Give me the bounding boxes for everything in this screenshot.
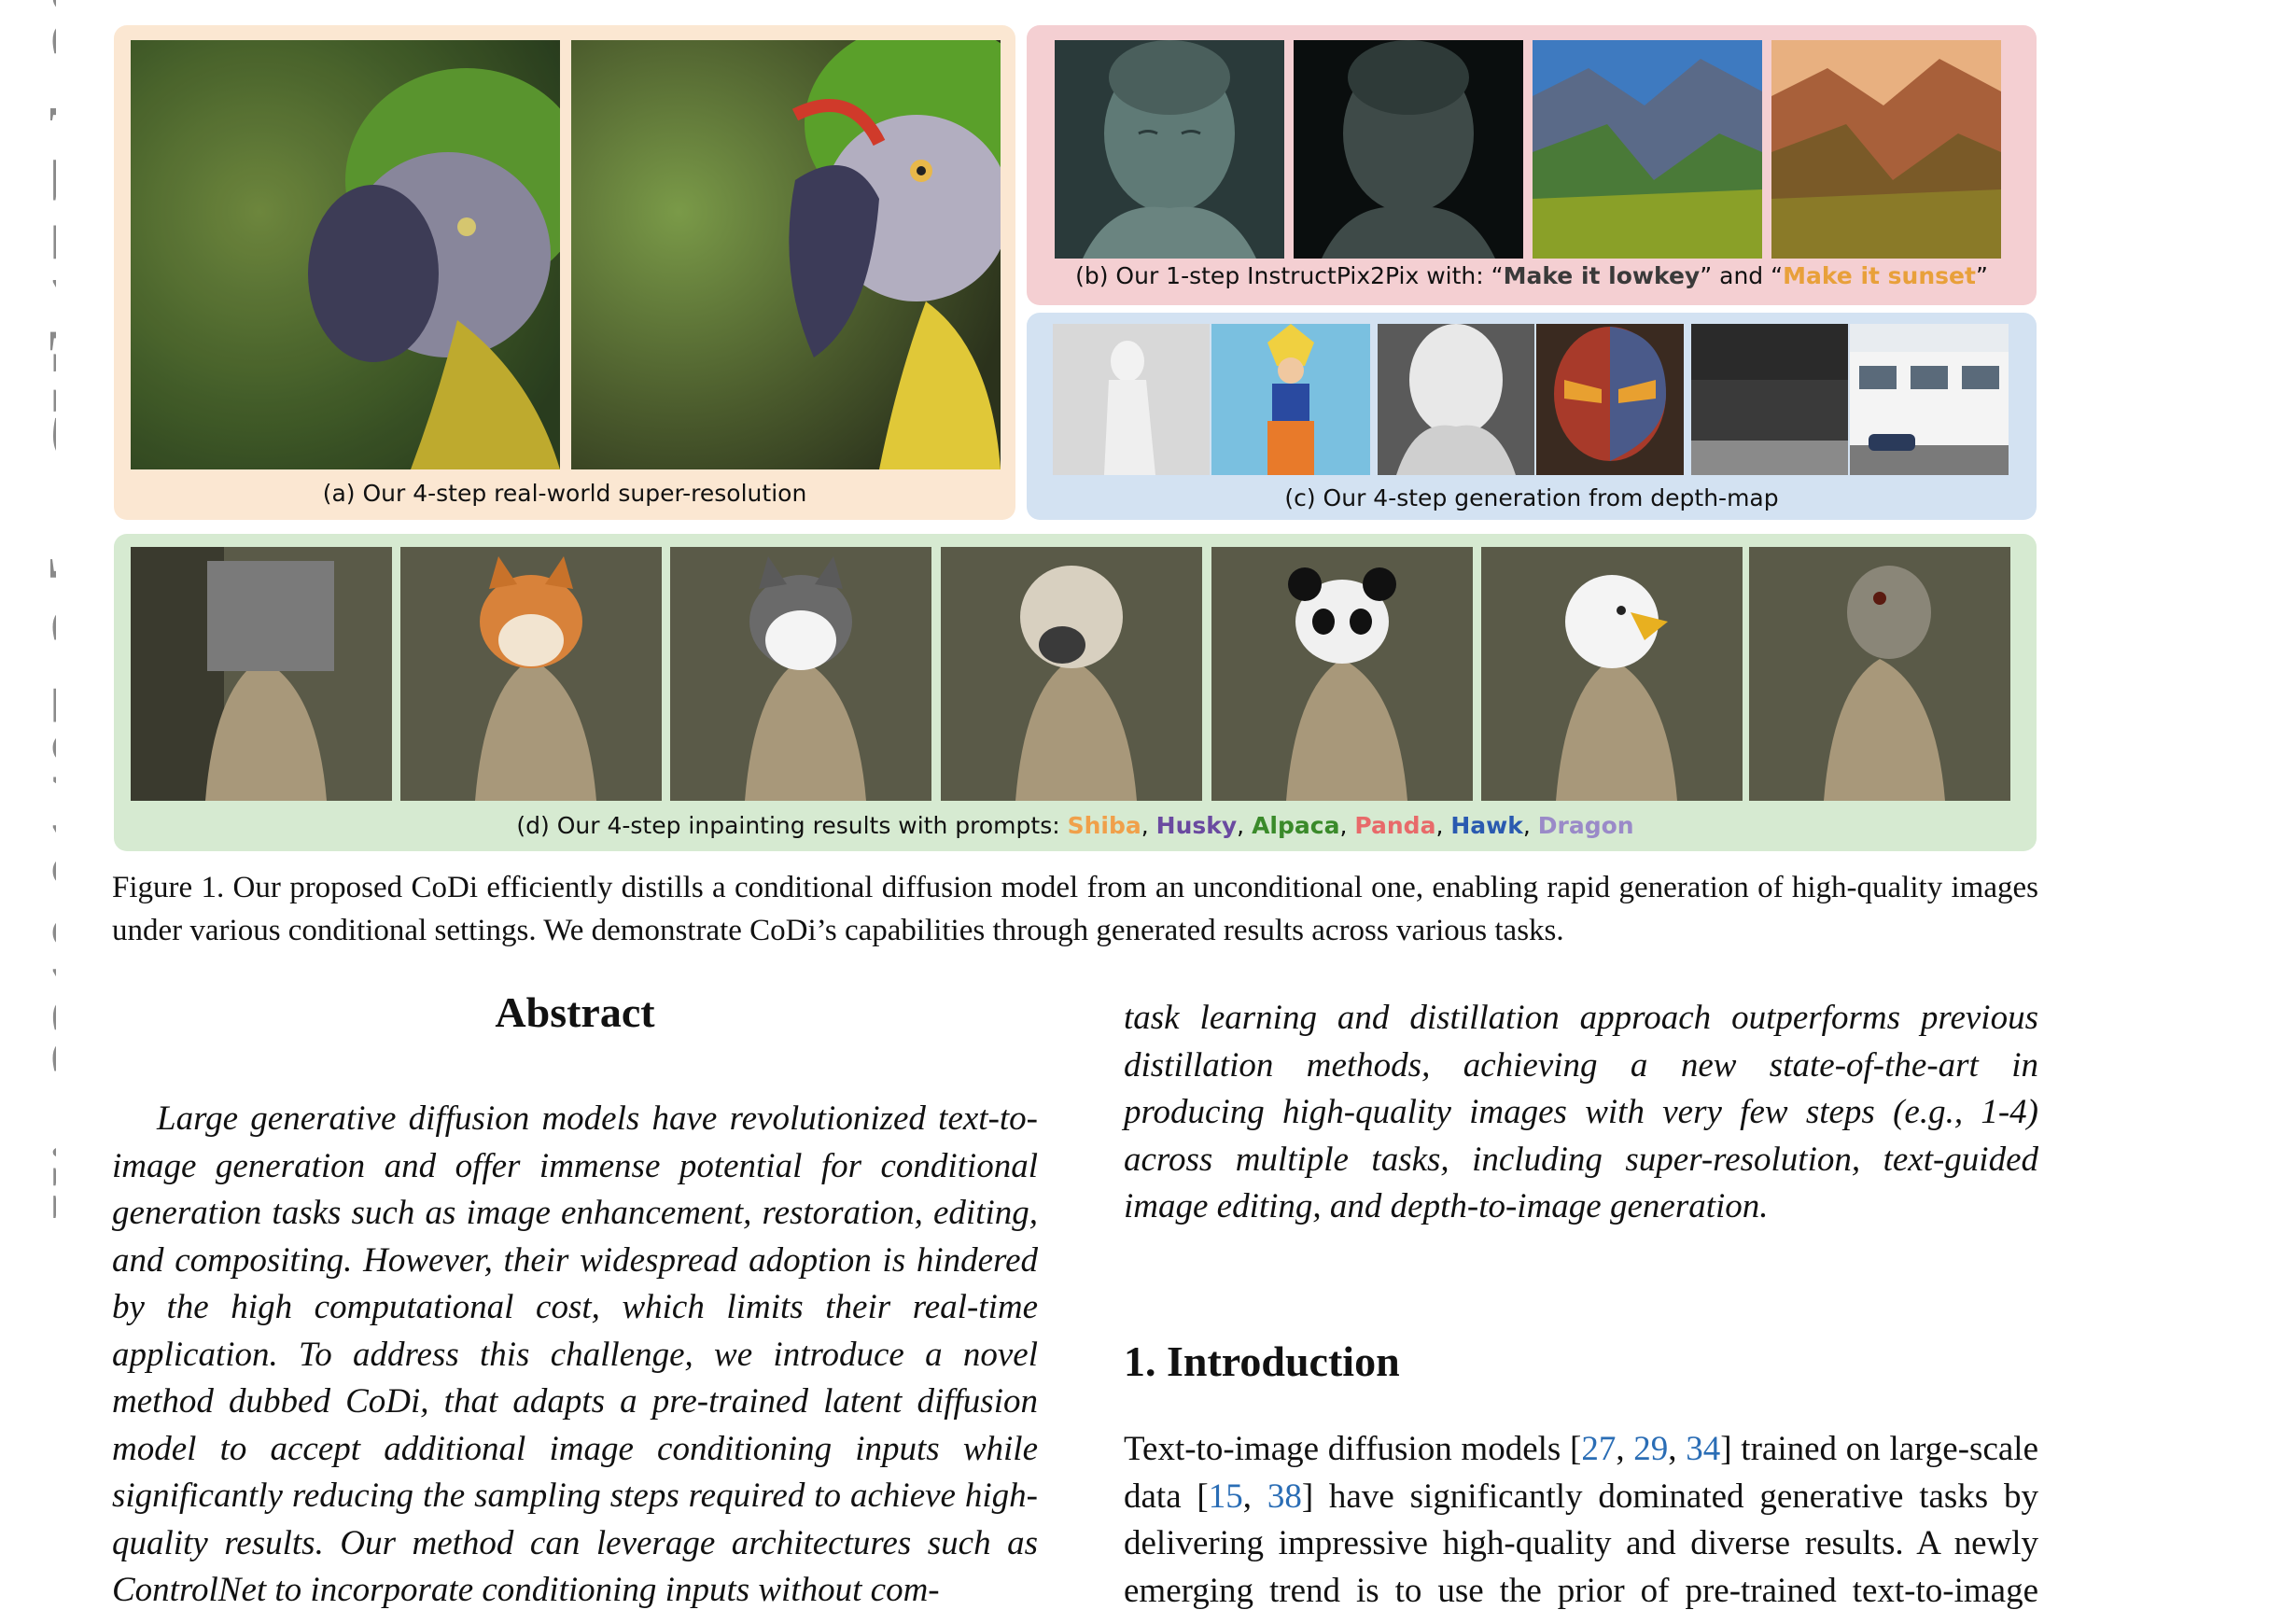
inpaint-dragon-image xyxy=(1749,547,2010,801)
panel-c-caption: (c) Our 4-step generation from depth-map xyxy=(1284,484,1779,511)
prompt-panda: Panda xyxy=(1354,812,1436,839)
panel-b-caption-prefix: (b) Our 1-step InstructPix2Pix with: “ xyxy=(1075,262,1504,289)
citation-15[interactable]: 15 xyxy=(1209,1477,1243,1516)
panel-a-super-resolution: (a) Our 4-step real-world super-resoluti… xyxy=(114,25,1015,520)
abstract-heading: Abstract xyxy=(495,988,655,1036)
building-generated-image xyxy=(1850,324,2009,475)
panel-b-caption-suffix: ” xyxy=(1975,262,1988,289)
arxiv-id-text: arXiv:2310.01407v2 [cs.CV] 17 Feb 2024 xyxy=(35,0,56,1286)
anime-character-generated-image xyxy=(1211,324,1370,475)
mask-face-generated-image xyxy=(1536,324,1684,475)
inpaint-alpaca-image xyxy=(941,547,1202,801)
prompt-husky: Husky xyxy=(1155,812,1238,839)
citation-38[interactable]: 38 xyxy=(1267,1477,1302,1516)
figure-caption: Figure 1. Our proposed CoDi efficiently … xyxy=(112,871,2038,947)
meerkat-masked-image xyxy=(131,547,392,801)
inpaint-panda-image xyxy=(1211,547,1473,801)
abstract-text-right: task learning and distillation approach … xyxy=(1124,999,2038,1225)
buddha-lowkey-image xyxy=(1294,40,1523,259)
prompt-dragon: Dragon xyxy=(1537,812,1634,839)
parrot-low-res-image xyxy=(131,40,560,469)
prompt-make-it-lowkey: Make it lowkey xyxy=(1503,262,1701,289)
inpaint-shiba-image xyxy=(400,547,662,801)
mountain-sunset-image xyxy=(1771,40,2001,259)
depth-map-figure-image xyxy=(1053,324,1210,475)
panel-a-caption: (a) Our 4-step real-world super-resoluti… xyxy=(322,480,807,507)
inpaint-husky-image xyxy=(670,547,931,801)
buddha-original-image xyxy=(1055,40,1284,259)
panel-b-caption-between: ” and “ xyxy=(1700,262,1784,289)
arxiv-side-stamp: arXiv:2310.01407v2 [cs.CV] 17 Feb 2024 xyxy=(0,0,56,1288)
parrot-super-resolved-image xyxy=(571,40,1001,469)
depth-map-building-image xyxy=(1691,324,1848,475)
prompt-alpaca: Alpaca xyxy=(1252,812,1340,839)
inpaint-hawk-image xyxy=(1481,547,1743,801)
abstract-text-left: Large generative diffusion models have r… xyxy=(112,1099,1038,1609)
prompt-make-it-sunset: Make it sunset xyxy=(1783,262,1976,289)
panel-d-caption: (d) Our 4-step inpainting results with p… xyxy=(516,812,1634,839)
citation-29[interactable]: 29 xyxy=(1633,1430,1668,1468)
prompt-hawk: Hawk xyxy=(1450,812,1523,839)
prompt-shiba: Shiba xyxy=(1067,812,1141,839)
citation-27[interactable]: 27 xyxy=(1581,1430,1616,1468)
introduction-paragraph: Text-to-image diffusion models [27, 29, … xyxy=(1124,1426,2038,1624)
citation-34[interactable]: 34 xyxy=(1686,1430,1720,1468)
introduction-heading: 1. Introduction xyxy=(1124,1337,1400,1385)
panel-d-inpainting: (d) Our 4-step inpainting results with p… xyxy=(114,534,2037,851)
panel-b-instructpix2pix: (b) Our 1-step InstructPix2Pix with: “Ma… xyxy=(1027,25,2037,305)
panel-b-caption: (b) Our 1-step InstructPix2Pix with: “Ma… xyxy=(1027,262,2037,289)
citation-separator: , xyxy=(1242,1477,1267,1516)
citation-separator: , xyxy=(1668,1430,1687,1468)
citation-separator: , xyxy=(1616,1430,1634,1468)
panel-c-depth-to-image: (c) Our 4-step generation from depth-map xyxy=(1027,313,2037,520)
depth-map-bust-image xyxy=(1378,324,1534,475)
panel-d-caption-prefix: (d) Our 4-step inpainting results with p… xyxy=(516,812,1068,839)
mountain-original-image xyxy=(1533,40,1762,259)
intro-text-start: Text-to-image diffusion models [ xyxy=(1124,1430,1582,1468)
